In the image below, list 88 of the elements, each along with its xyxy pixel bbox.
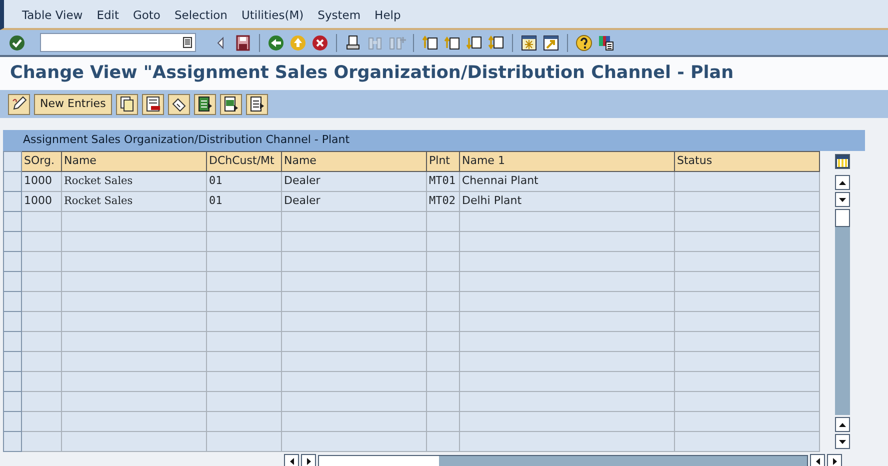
triangle-up-icon [839, 422, 846, 426]
table-cell [22, 272, 62, 292]
table-cell [426, 372, 460, 392]
table-cell: 01 [206, 172, 282, 192]
table-cell [426, 432, 460, 452]
table-cell: 1000 [22, 172, 62, 192]
table-cell: 1000 [22, 192, 62, 212]
monitor-icon[interactable] [597, 34, 615, 52]
page-up-double-icon[interactable] [421, 34, 439, 52]
table-title: Assignment Sales Organization/Distribution Channel - Plant [23, 132, 350, 148]
menu-item[interactable]: System [318, 6, 361, 24]
table-cell [22, 212, 62, 232]
horizontal-scrollbar[interactable] [318, 454, 808, 466]
scroll-down-button[interactable] [835, 192, 850, 207]
new-entries-button[interactable]: New Entries [34, 94, 112, 114]
dropdown-icon[interactable] [183, 37, 192, 48]
shortcut-icon[interactable] [542, 34, 560, 52]
table-cell [22, 232, 62, 252]
question-mark-icon[interactable] [575, 34, 593, 52]
table-cell [426, 352, 460, 372]
table-cell [22, 432, 62, 452]
scroll-left-button[interactable] [810, 454, 825, 466]
page-down-icon[interactable] [465, 34, 483, 52]
table-cell: MT02 [426, 192, 460, 212]
table-cell [426, 212, 460, 232]
triangle-down-icon [839, 198, 846, 202]
column-header[interactable]: Plnt [426, 152, 460, 172]
triangle-left-icon [816, 458, 820, 464]
triangle-up-icon [839, 180, 846, 184]
new-window-icon[interactable] [520, 34, 538, 52]
table-cell: Dealer [282, 172, 426, 192]
vertical-scrollbar[interactable] [835, 209, 850, 415]
table-cell [22, 292, 62, 312]
copy-button[interactable] [116, 94, 138, 114]
table-cell [22, 392, 62, 412]
table-cell: Chennai Plant [460, 172, 674, 192]
menu-item[interactable]: Table View [22, 6, 83, 24]
table-cell [426, 392, 460, 412]
table-cell: Rocket Sales [62, 192, 206, 212]
scroll-left-button[interactable] [284, 454, 299, 466]
table-cell: MT01 [426, 172, 460, 192]
column-header[interactable]: SOrg. [22, 152, 62, 172]
table-cell [426, 312, 460, 332]
table-cell [426, 272, 460, 292]
menu-item[interactable]: Edit [96, 6, 119, 24]
menu-item[interactable]: Help [374, 6, 401, 24]
page-down-double-icon[interactable] [487, 34, 505, 52]
screen-title: Change View "Assignment Sales Organization/Distribution Channel - Plan [0, 57, 888, 90]
table-cell: Dealer [282, 192, 426, 212]
triangle-down-icon [839, 440, 846, 444]
menu-item[interactable]: Goto [132, 6, 160, 24]
delete-row-button[interactable] [142, 94, 164, 114]
deselect-button[interactable] [246, 94, 268, 114]
table-cell [426, 232, 460, 252]
table-cell [426, 252, 460, 272]
check-icon[interactable] [8, 34, 26, 52]
scroll-up-button[interactable] [835, 417, 850, 432]
scroll-right-button[interactable] [301, 454, 316, 466]
printer-icon[interactable] [344, 34, 362, 52]
scroll-down-button[interactable] [835, 434, 850, 449]
command-field[interactable] [40, 33, 196, 52]
select-all-button[interactable] [194, 94, 216, 114]
column-header[interactable]: Name 1 [460, 152, 674, 172]
table-cell [22, 252, 62, 272]
triangle-left-icon [290, 458, 294, 464]
table-cell [22, 372, 62, 392]
select-block-button[interactable] [220, 94, 242, 114]
table-cell [22, 412, 62, 432]
column-header[interactable]: Name [282, 152, 426, 172]
menu-item[interactable]: Selection [174, 6, 228, 24]
column-header[interactable]: Status [674, 152, 820, 172]
column-header[interactable]: Name [62, 152, 206, 172]
table-cell [22, 352, 62, 372]
menu-item[interactable]: Utilities(M) [241, 6, 304, 24]
table-cell [426, 292, 460, 312]
table-cell [22, 332, 62, 352]
table-cell [426, 332, 460, 352]
cancel-icon[interactable] [311, 34, 329, 52]
table-cell [22, 312, 62, 332]
table-cell: 01 [206, 192, 282, 212]
scroll-up-button[interactable] [835, 175, 850, 190]
table-cell: Rocket Sales [62, 172, 206, 192]
pencil-button[interactable] [8, 94, 30, 114]
scroll-right-button[interactable] [827, 454, 842, 466]
undo-button[interactable] [168, 94, 190, 114]
table-cell [426, 412, 460, 432]
table-cell: Delhi Plant [460, 192, 674, 212]
column-header[interactable]: DChCust/Mt [206, 152, 282, 172]
